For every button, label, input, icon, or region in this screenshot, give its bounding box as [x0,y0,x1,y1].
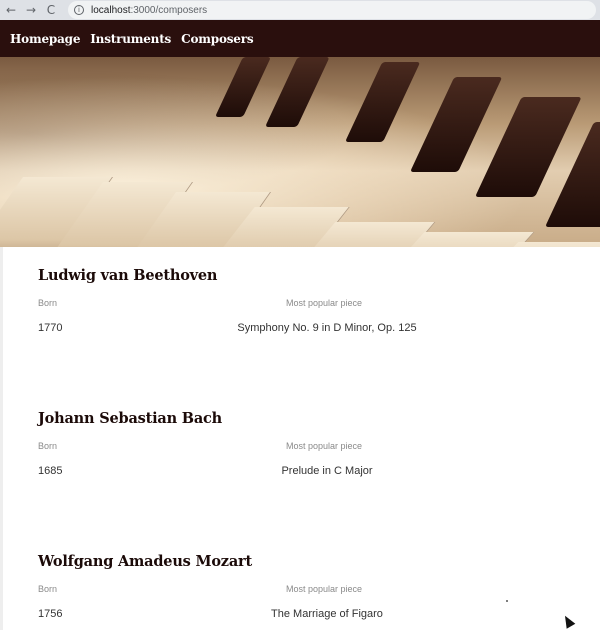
composer-card: Ludwig van Beethoven Born Most popular p… [38,267,578,338]
born-label: Born [38,441,58,451]
info-icon[interactable]: i [74,5,84,15]
composer-name: Wolfgang Amadeus Mozart [38,553,252,570]
composer-card: Wolfgang Amadeus Mozart Born Most popula… [38,553,578,624]
composer-values-row: 1770 Symphony No. 9 in D Minor, Op. 125 [38,322,578,338]
composer-name: Johann Sebastian Bach [38,410,223,427]
hero-piano-image [0,57,600,247]
born-label: Born [38,584,58,594]
composer-values-row: 1756 The Marriage of Figaro [38,608,578,624]
address-bar[interactable]: i localhost:3000/composers [68,1,596,19]
nav-link-composers[interactable]: Composers [181,32,254,46]
composers-list: Ludwig van Beethoven Born Most popular p… [0,247,600,630]
site-header-nav: Homepage Instruments Composers [0,20,600,57]
born-label: Born [38,298,58,308]
piece-label: Most popular piece [286,298,363,308]
piece-value: The Marriage of Figaro [271,608,383,620]
left-divider [0,247,3,630]
url-host: localhost [91,4,131,16]
reload-icon[interactable]: C [42,1,60,19]
piece-value: Prelude in C Major [281,465,373,477]
forward-arrow-icon[interactable]: → [22,1,40,19]
url-text: localhost:3000/composers [91,5,207,16]
composer-name: Ludwig van Beethoven [38,267,218,284]
url-path: :3000/composers [130,4,208,16]
browser-toolbar: ← → C i localhost:3000/composers [0,0,600,20]
composer-card: Johann Sebastian Bach Born Most popular … [38,410,578,481]
piece-value: Symphony No. 9 in D Minor, Op. 125 [237,322,417,334]
composer-labels-row: Born Most popular piece [38,441,578,457]
composer-values-row: 1685 Prelude in C Major [38,465,578,481]
piece-label: Most popular piece [286,441,363,451]
composer-labels-row: Born Most popular piece [38,298,578,314]
piece-label: Most popular piece [286,584,363,594]
back-arrow-icon[interactable]: ← [2,1,20,19]
nav-link-homepage[interactable]: Homepage [10,32,80,46]
nav-link-instruments[interactable]: Instruments [90,32,171,46]
composer-labels-row: Born Most popular piece [38,584,578,600]
stray-dot [506,600,508,602]
